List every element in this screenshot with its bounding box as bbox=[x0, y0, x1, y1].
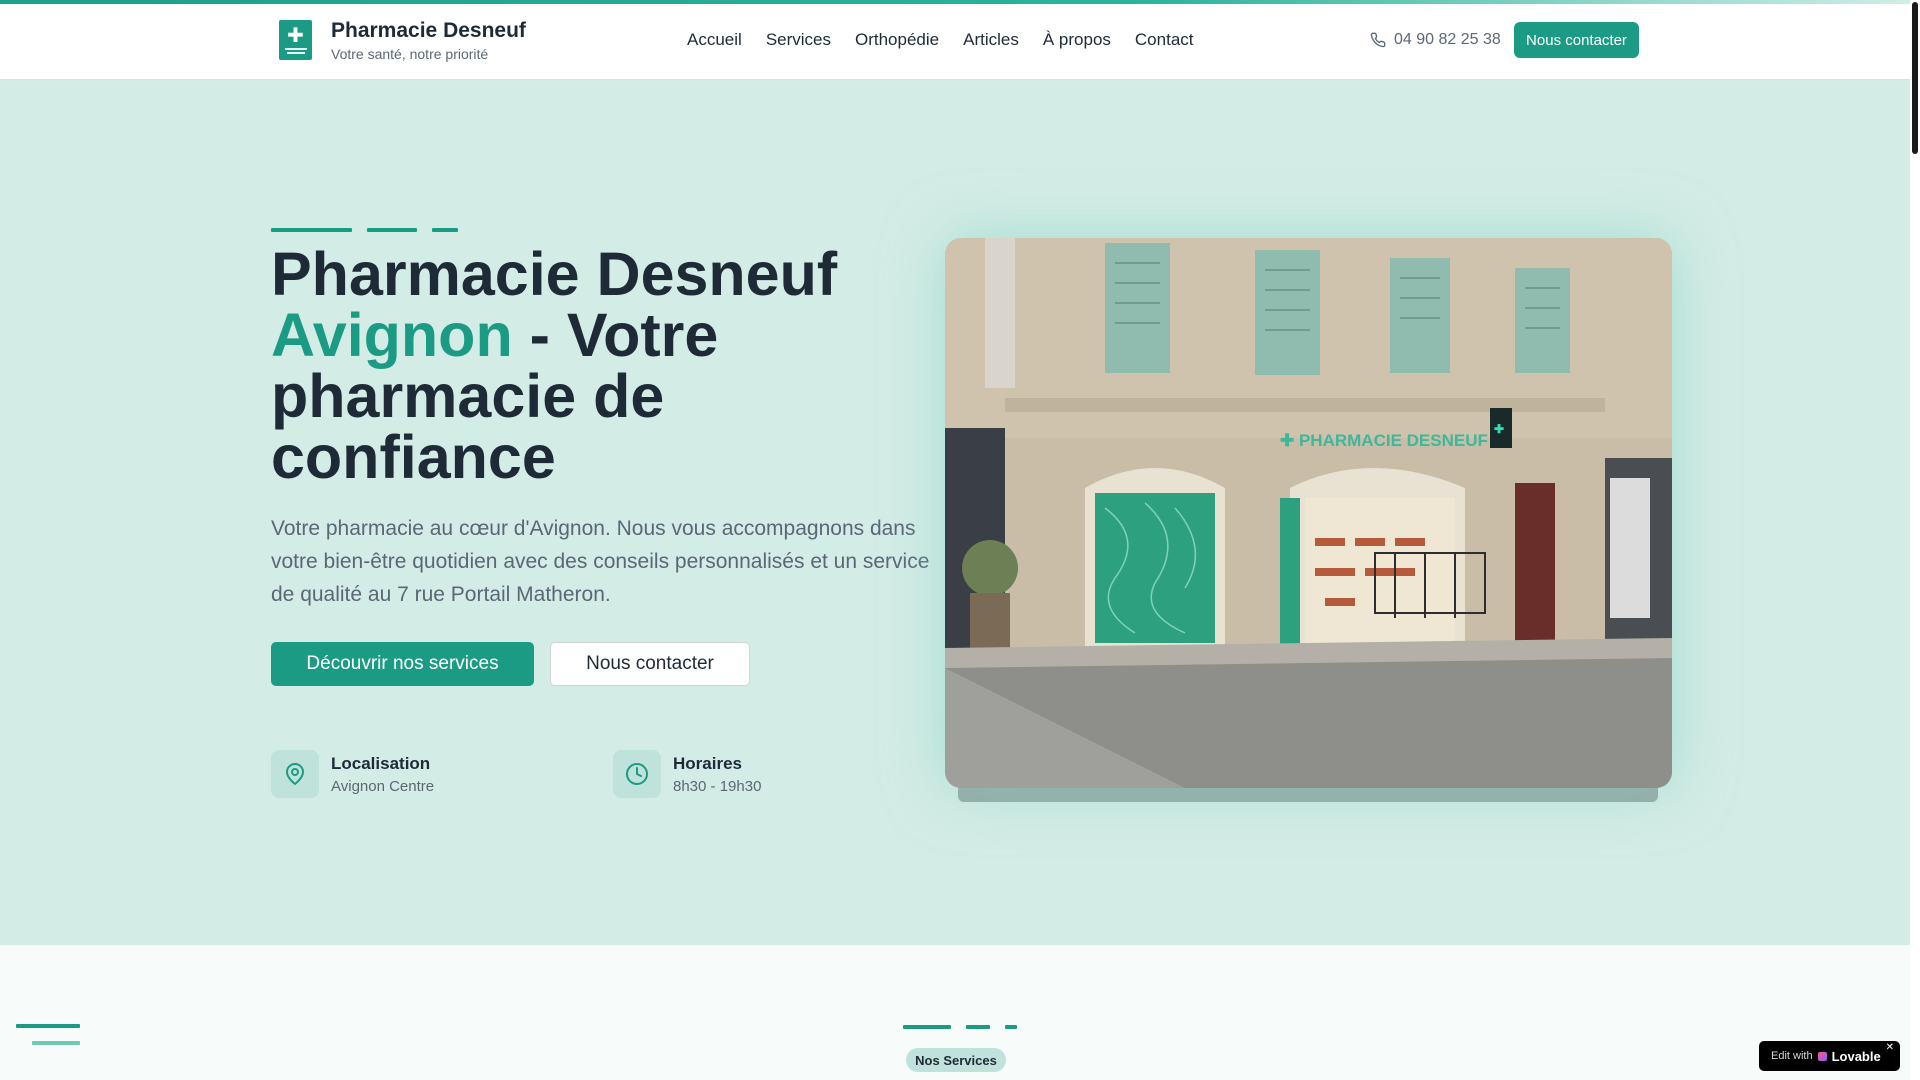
main-nav: Accueil Services Orthopédie Articles À p… bbox=[687, 30, 1194, 50]
nav-articles[interactable]: Articles bbox=[963, 30, 1019, 50]
svg-text:✚: ✚ bbox=[1494, 422, 1504, 436]
nav-contact[interactable]: Contact bbox=[1135, 30, 1194, 50]
info-hours: Horaires 8h30 - 19h30 bbox=[613, 750, 761, 798]
hero-contact-button[interactable]: Nous contacter bbox=[550, 642, 750, 686]
brand-name[interactable]: Pharmacie Desneuf bbox=[331, 19, 526, 43]
close-icon[interactable]: ✕ bbox=[1886, 1042, 1894, 1053]
phone-number: 04 90 82 25 38 bbox=[1394, 31, 1501, 48]
services-badge: Nos Services bbox=[906, 1048, 1006, 1072]
info-location-title: Localisation bbox=[331, 753, 431, 773]
hero-dashes bbox=[271, 228, 458, 232]
clock-icon bbox=[613, 750, 661, 798]
hero-description: Votre pharmacie au cœur d'Avignon. Nous … bbox=[271, 517, 930, 606]
brand-tagline: Votre santé, notre priorité bbox=[331, 46, 489, 62]
location-pin-icon bbox=[271, 750, 319, 798]
lovable-name: Lovable bbox=[1831, 1048, 1881, 1064]
pharmacy-storefront-photo: ✚ PHARMACIE DESNEUF ✚ bbox=[945, 238, 1672, 788]
info-hours-value: 8h30 - 19h30 bbox=[673, 777, 762, 795]
nav-orthopedie[interactable]: Orthopédie bbox=[855, 30, 939, 50]
scrollbar-thumb[interactable] bbox=[1912, 2, 1918, 154]
header-contact-button[interactable]: Nous contacter bbox=[1514, 22, 1639, 58]
pharmacy-logo[interactable]: ✚ bbox=[279, 20, 312, 60]
info-hours-title: Horaires bbox=[673, 753, 742, 773]
services-dashes bbox=[903, 1025, 1017, 1029]
phone-icon bbox=[1370, 32, 1386, 48]
lovable-prefix: Edit with bbox=[1771, 1050, 1813, 1062]
info-location-value: Avignon Centre bbox=[331, 777, 435, 795]
pharmacy-cross-icon: ✚ bbox=[287, 24, 304, 47]
svg-text:✚ PHARMACIE DESNEUF: ✚ PHARMACIE DESNEUF bbox=[1280, 431, 1488, 450]
info-location: Localisation Avignon Centre bbox=[271, 750, 434, 798]
nav-services[interactable]: Services bbox=[766, 30, 831, 50]
discover-services-button[interactable]: Découvrir nos services bbox=[271, 642, 534, 686]
nav-a-propos[interactable]: À propos bbox=[1043, 30, 1111, 50]
lovable-heart-icon bbox=[1817, 1051, 1827, 1061]
nav-accueil[interactable]: Accueil bbox=[687, 30, 742, 50]
site-header: ✚ Pharmacie Desneuf Votre santé, notre p… bbox=[0, 4, 1910, 80]
hero-title-accent: Avignon bbox=[271, 301, 513, 369]
hero-title: Pharmacie Desneuf Avignon - Votre pharma… bbox=[271, 244, 931, 488]
side-dashes bbox=[16, 1024, 80, 1028]
edit-with-lovable-badge[interactable]: Edit with Lovable ✕ bbox=[1759, 1041, 1900, 1071]
scrollbar-track[interactable] bbox=[1910, 0, 1920, 1080]
phone-link[interactable]: 04 90 82 25 38 bbox=[1370, 31, 1501, 49]
hero-title-part1: Pharmacie Desneuf bbox=[271, 240, 838, 308]
